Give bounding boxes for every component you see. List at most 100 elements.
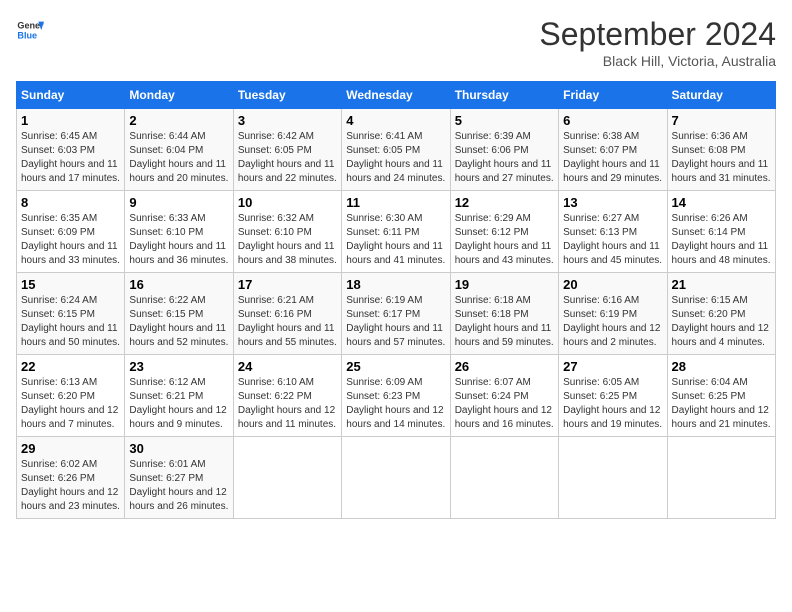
day-info: Sunrise: 6:18 AM Sunset: 6:18 PM Dayligh… (455, 295, 554, 348)
calendar-cell: 3 Sunrise: 6:42 AM Sunset: 6:05 PM Dayli… (233, 109, 341, 191)
day-info: Sunrise: 6:24 AM Sunset: 6:15 PM Dayligh… (21, 295, 120, 348)
calendar-cell (450, 437, 558, 519)
calendar-cell: 10 Sunrise: 6:32 AM Sunset: 6:10 PM Dayl… (233, 191, 341, 273)
location: Black Hill, Victoria, Australia (539, 53, 776, 69)
day-number: 10 (238, 195, 337, 210)
day-info: Sunrise: 6:04 AM Sunset: 6:25 PM Dayligh… (672, 377, 771, 430)
calendar-cell: 23 Sunrise: 6:12 AM Sunset: 6:21 PM Dayl… (125, 355, 233, 437)
header-friday: Friday (559, 82, 667, 109)
header-thursday: Thursday (450, 82, 558, 109)
day-number: 16 (129, 277, 228, 292)
calendar-cell (342, 437, 450, 519)
day-info: Sunrise: 6:32 AM Sunset: 6:10 PM Dayligh… (238, 213, 337, 266)
calendar-cell: 30 Sunrise: 6:01 AM Sunset: 6:27 PM Dayl… (125, 437, 233, 519)
calendar-cell: 26 Sunrise: 6:07 AM Sunset: 6:24 PM Dayl… (450, 355, 558, 437)
calendar-cell: 19 Sunrise: 6:18 AM Sunset: 6:18 PM Dayl… (450, 273, 558, 355)
day-info: Sunrise: 6:22 AM Sunset: 6:15 PM Dayligh… (129, 295, 228, 348)
day-info: Sunrise: 6:35 AM Sunset: 6:09 PM Dayligh… (21, 213, 120, 266)
calendar-cell (559, 437, 667, 519)
day-number: 27 (563, 359, 662, 374)
page-header: General Blue September 2024 Black Hill, … (16, 16, 776, 69)
calendar-week-1: 1 Sunrise: 6:45 AM Sunset: 6:03 PM Dayli… (17, 109, 776, 191)
day-number: 29 (21, 441, 120, 456)
day-info: Sunrise: 6:33 AM Sunset: 6:10 PM Dayligh… (129, 213, 228, 266)
calendar-cell: 25 Sunrise: 6:09 AM Sunset: 6:23 PM Dayl… (342, 355, 450, 437)
day-number: 21 (672, 277, 771, 292)
calendar-cell: 7 Sunrise: 6:36 AM Sunset: 6:08 PM Dayli… (667, 109, 775, 191)
calendar-cell: 12 Sunrise: 6:29 AM Sunset: 6:12 PM Dayl… (450, 191, 558, 273)
calendar-cell (667, 437, 775, 519)
day-number: 2 (129, 113, 228, 128)
day-number: 14 (672, 195, 771, 210)
calendar-week-4: 22 Sunrise: 6:13 AM Sunset: 6:20 PM Dayl… (17, 355, 776, 437)
calendar-cell: 11 Sunrise: 6:30 AM Sunset: 6:11 PM Dayl… (342, 191, 450, 273)
day-info: Sunrise: 6:15 AM Sunset: 6:20 PM Dayligh… (672, 295, 769, 348)
calendar-cell: 6 Sunrise: 6:38 AM Sunset: 6:07 PM Dayli… (559, 109, 667, 191)
day-info: Sunrise: 6:16 AM Sunset: 6:19 PM Dayligh… (563, 295, 660, 348)
day-number: 17 (238, 277, 337, 292)
calendar-header-row: Sunday Monday Tuesday Wednesday Thursday… (17, 82, 776, 109)
calendar-cell: 4 Sunrise: 6:41 AM Sunset: 6:05 PM Dayli… (342, 109, 450, 191)
day-number: 28 (672, 359, 771, 374)
day-info: Sunrise: 6:38 AM Sunset: 6:07 PM Dayligh… (563, 131, 662, 184)
calendar-cell: 29 Sunrise: 6:02 AM Sunset: 6:26 PM Dayl… (17, 437, 125, 519)
calendar-cell (233, 437, 341, 519)
day-info: Sunrise: 6:21 AM Sunset: 6:16 PM Dayligh… (238, 295, 337, 348)
calendar-cell: 22 Sunrise: 6:13 AM Sunset: 6:20 PM Dayl… (17, 355, 125, 437)
calendar-cell: 21 Sunrise: 6:15 AM Sunset: 6:20 PM Dayl… (667, 273, 775, 355)
day-info: Sunrise: 6:36 AM Sunset: 6:08 PM Dayligh… (672, 131, 771, 184)
day-info: Sunrise: 6:01 AM Sunset: 6:27 PM Dayligh… (129, 459, 228, 512)
calendar-cell: 17 Sunrise: 6:21 AM Sunset: 6:16 PM Dayl… (233, 273, 341, 355)
day-number: 3 (238, 113, 337, 128)
calendar-week-5: 29 Sunrise: 6:02 AM Sunset: 6:26 PM Dayl… (17, 437, 776, 519)
day-info: Sunrise: 6:44 AM Sunset: 6:04 PM Dayligh… (129, 131, 228, 184)
month-title: September 2024 (539, 16, 776, 53)
title-block: September 2024 Black Hill, Victoria, Aus… (539, 16, 776, 69)
calendar-week-2: 8 Sunrise: 6:35 AM Sunset: 6:09 PM Dayli… (17, 191, 776, 273)
day-info: Sunrise: 6:13 AM Sunset: 6:20 PM Dayligh… (21, 377, 118, 430)
day-info: Sunrise: 6:45 AM Sunset: 6:03 PM Dayligh… (21, 131, 120, 184)
calendar-cell: 8 Sunrise: 6:35 AM Sunset: 6:09 PM Dayli… (17, 191, 125, 273)
calendar-cell: 14 Sunrise: 6:26 AM Sunset: 6:14 PM Dayl… (667, 191, 775, 273)
logo-icon: General Blue (16, 16, 44, 44)
day-info: Sunrise: 6:07 AM Sunset: 6:24 PM Dayligh… (455, 377, 554, 430)
day-number: 5 (455, 113, 554, 128)
calendar-cell: 5 Sunrise: 6:39 AM Sunset: 6:06 PM Dayli… (450, 109, 558, 191)
day-info: Sunrise: 6:26 AM Sunset: 6:14 PM Dayligh… (672, 213, 771, 266)
day-number: 19 (455, 277, 554, 292)
logo: General Blue (16, 16, 44, 44)
calendar-cell: 16 Sunrise: 6:22 AM Sunset: 6:15 PM Dayl… (125, 273, 233, 355)
day-number: 12 (455, 195, 554, 210)
calendar-cell: 15 Sunrise: 6:24 AM Sunset: 6:15 PM Dayl… (17, 273, 125, 355)
header-tuesday: Tuesday (233, 82, 341, 109)
header-wednesday: Wednesday (342, 82, 450, 109)
calendar-cell: 20 Sunrise: 6:16 AM Sunset: 6:19 PM Dayl… (559, 273, 667, 355)
calendar-cell: 28 Sunrise: 6:04 AM Sunset: 6:25 PM Dayl… (667, 355, 775, 437)
day-number: 13 (563, 195, 662, 210)
day-number: 15 (21, 277, 120, 292)
day-number: 1 (21, 113, 120, 128)
day-number: 30 (129, 441, 228, 456)
day-number: 8 (21, 195, 120, 210)
day-number: 20 (563, 277, 662, 292)
day-number: 4 (346, 113, 445, 128)
day-info: Sunrise: 6:41 AM Sunset: 6:05 PM Dayligh… (346, 131, 445, 184)
day-number: 24 (238, 359, 337, 374)
day-info: Sunrise: 6:09 AM Sunset: 6:23 PM Dayligh… (346, 377, 445, 430)
day-info: Sunrise: 6:39 AM Sunset: 6:06 PM Dayligh… (455, 131, 554, 184)
day-number: 25 (346, 359, 445, 374)
calendar-week-3: 15 Sunrise: 6:24 AM Sunset: 6:15 PM Dayl… (17, 273, 776, 355)
day-number: 6 (563, 113, 662, 128)
day-info: Sunrise: 6:30 AM Sunset: 6:11 PM Dayligh… (346, 213, 445, 266)
day-number: 9 (129, 195, 228, 210)
svg-text:Blue: Blue (17, 30, 37, 40)
day-number: 23 (129, 359, 228, 374)
header-monday: Monday (125, 82, 233, 109)
calendar-cell: 2 Sunrise: 6:44 AM Sunset: 6:04 PM Dayli… (125, 109, 233, 191)
day-info: Sunrise: 6:02 AM Sunset: 6:26 PM Dayligh… (21, 459, 120, 512)
calendar-cell: 1 Sunrise: 6:45 AM Sunset: 6:03 PM Dayli… (17, 109, 125, 191)
calendar-cell: 18 Sunrise: 6:19 AM Sunset: 6:17 PM Dayl… (342, 273, 450, 355)
calendar-table: Sunday Monday Tuesday Wednesday Thursday… (16, 81, 776, 519)
day-info: Sunrise: 6:12 AM Sunset: 6:21 PM Dayligh… (129, 377, 226, 430)
calendar-cell: 9 Sunrise: 6:33 AM Sunset: 6:10 PM Dayli… (125, 191, 233, 273)
